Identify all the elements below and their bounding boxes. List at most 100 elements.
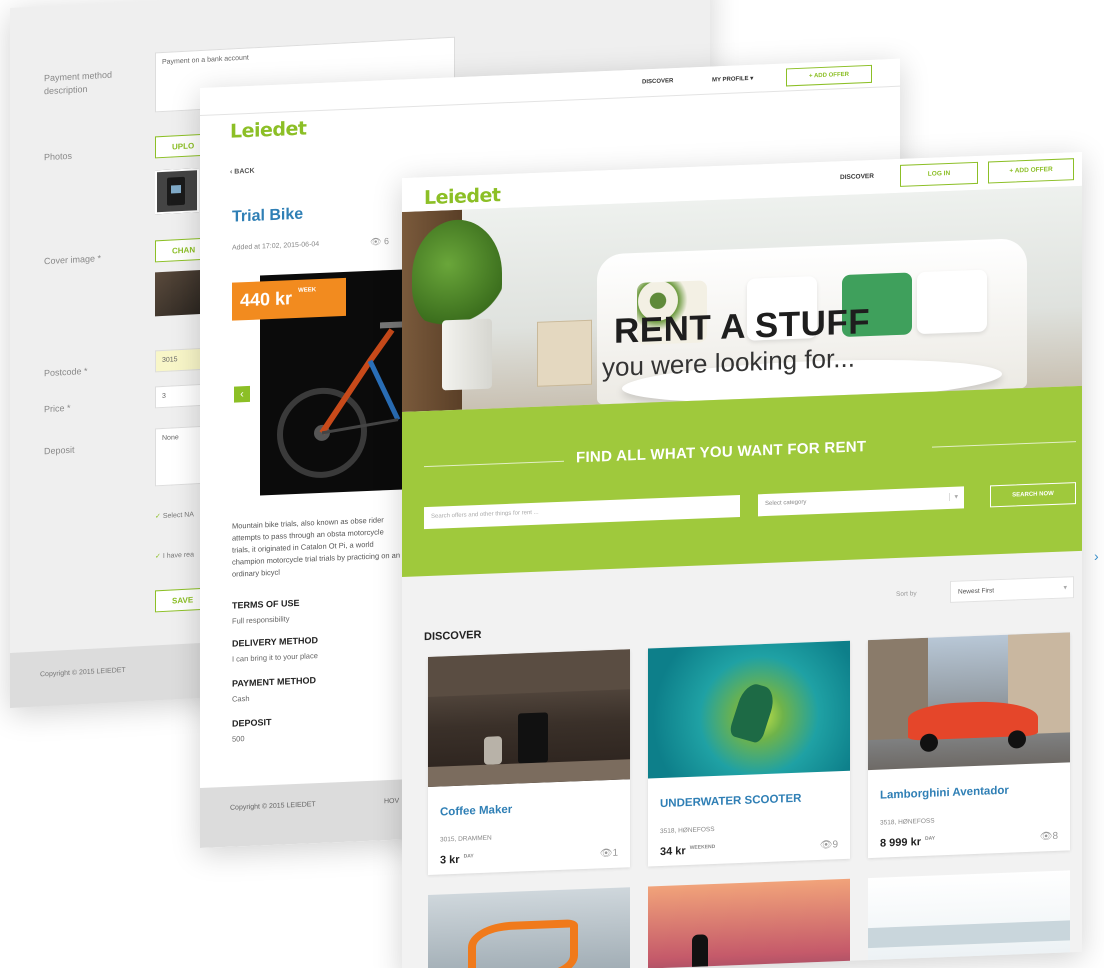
site-logo[interactable]: Leiedet — [230, 118, 306, 143]
offer-views-value: 1 — [612, 847, 618, 859]
cover-thumbnail — [155, 269, 203, 317]
offer-price: 34 kr WEEKEND — [660, 844, 715, 858]
check-icon: ✓ — [155, 513, 161, 521]
payment-description-label: Payment method description — [44, 69, 113, 97]
offer-card[interactable] — [428, 887, 630, 968]
checkbox-select-na[interactable]: ✓ Select NA — [155, 510, 194, 520]
offer-photo — [868, 632, 1070, 771]
offer-card[interactable]: UNDERWATER SCOOTER 3518, HØNEFOSS 34 kr W… — [648, 640, 850, 867]
hero-banner: RENT A STUFF you were looking for... — [402, 185, 1082, 412]
postcode-label: Postcode * — [44, 365, 88, 379]
site-logo[interactable]: Leiedet — [424, 184, 500, 209]
offer-card[interactable]: Coffee Maker 3015, DRAMMEN 3 kr DAY 👁1 — [428, 649, 630, 876]
price-unit: WEEK — [298, 287, 317, 294]
delivery-value: I can bring it to your place — [232, 651, 318, 664]
prev-photo-button[interactable]: ‹ — [234, 385, 250, 403]
offer-price-unit: DAY — [463, 853, 474, 860]
copyright-text: Copyright © 2015 LEIEDET — [230, 801, 316, 812]
offer-photo — [428, 649, 630, 788]
nav-discover[interactable]: DISCOVER — [840, 173, 874, 181]
category-select-value: Select category — [765, 499, 807, 508]
product-title: Trial Bike — [232, 205, 304, 226]
offer-price-unit: DAY — [924, 835, 936, 842]
delivery-heading: DELIVERY METHOD — [232, 635, 319, 649]
offer-title[interactable]: Coffee Maker — [440, 804, 512, 819]
photo-thumbnail — [155, 168, 199, 215]
pot-decoration — [442, 318, 492, 391]
price-tag: 440 kr WEEK — [232, 277, 346, 321]
offer-price-unit: WEEKEND — [689, 843, 716, 851]
copyright-text: Copyright © 2015 LEIEDET — [40, 666, 126, 679]
eye-icon: 👁 — [819, 839, 833, 851]
offer-card[interactable] — [868, 870, 1070, 968]
offer-price: 3 kr DAY — [440, 853, 474, 866]
offer-location: 3518, HØNEFOSS — [880, 817, 935, 827]
add-offer-button[interactable]: + ADD OFFER — [988, 158, 1074, 184]
offer-views: 👁9 — [820, 839, 838, 851]
offer-location: 3518, HØNEFOSS — [660, 825, 715, 836]
eye-icon: 👁 — [1039, 831, 1053, 843]
sort-select-value: Newest First — [958, 587, 995, 596]
offer-photo — [692, 934, 708, 968]
nav-discover[interactable]: DISCOVER — [642, 78, 673, 85]
deposit-heading: DEPOSIT — [232, 717, 272, 729]
search-input[interactable]: Search offers and other things for rent … — [424, 495, 740, 530]
price-label: Price * — [44, 402, 71, 415]
offer-views-value: 8 — [1052, 830, 1058, 843]
payment-value: Cash — [232, 693, 250, 704]
view-count-value: 6 — [383, 236, 389, 247]
offer-photo — [648, 640, 850, 779]
search-now-button[interactable]: SEARCH NOW — [990, 482, 1076, 508]
discover-heading: DISCOVER — [424, 628, 482, 644]
offer-photo — [868, 920, 1070, 949]
price-value: 440 kr — [240, 288, 293, 311]
chevron-down-icon: ▾ — [949, 492, 958, 501]
offer-card[interactable]: Lamborghini Aventador 3518, HØNEFOSS 8 9… — [868, 632, 1070, 859]
nav-my-profile[interactable]: MY PROFILE ▾ — [712, 75, 753, 84]
login-button[interactable]: LOG IN — [900, 161, 978, 187]
category-select[interactable]: Select category ▾ — [758, 486, 964, 517]
terms-value: Full responsibility — [232, 614, 290, 626]
offer-title[interactable]: Lamborghini Aventador — [880, 785, 1009, 802]
sort-label: Sort by — [896, 590, 917, 599]
mockup-stage: Payment method description Payment on a … — [0, 0, 1104, 968]
deposit-value: 500 — [232, 734, 245, 744]
offer-title[interactable]: UNDERWATER SCOOTER — [660, 793, 801, 810]
view-count: 👁 6 — [370, 236, 389, 248]
pillow-decoration — [917, 269, 987, 335]
search-band: FIND ALL WHAT YOU WANT FOR RENT Search o… — [402, 385, 1082, 577]
product-description: Mountain bike trials, also known as obse… — [232, 515, 400, 579]
chevron-down-icon: ▾ — [1063, 584, 1067, 592]
plant-decoration — [412, 218, 502, 332]
search-band-title: FIND ALL WHAT YOU WANT FOR RENT — [576, 438, 867, 467]
photos-label: Photos — [44, 150, 73, 163]
cover-image-label: Cover image * — [44, 253, 102, 267]
footer-link[interactable]: HOV — [384, 798, 399, 806]
home-page: Leiedet DISCOVER LOG IN + ADD OFFER RENT… — [402, 151, 1082, 968]
eye-icon: 👁 — [370, 236, 382, 247]
offer-card[interactable] — [648, 878, 850, 968]
offer-price-value: 8 999 kr — [880, 836, 921, 850]
offer-views-value: 9 — [832, 839, 838, 851]
sort-select[interactable]: Newest First ▾ — [950, 576, 1074, 603]
offer-price: 8 999 kr DAY — [880, 836, 935, 850]
band-divider — [424, 460, 564, 468]
offer-price-value: 3 kr — [440, 853, 460, 867]
offer-location: 3015, DRAMMEN — [440, 834, 492, 844]
back-link[interactable]: ‹ BACK — [230, 168, 255, 176]
check-label: I have rea — [162, 551, 194, 560]
offer-photo — [468, 919, 578, 968]
offer-views: 👁8 — [1040, 831, 1058, 843]
payment-heading: PAYMENT METHOD — [232, 675, 317, 689]
terms-heading: TERMS OF USE — [232, 597, 300, 611]
checkbox-terms[interactable]: ✓ I have rea — [155, 550, 194, 560]
eye-icon: 👁 — [599, 847, 613, 860]
offer-price-value: 34 kr — [660, 845, 686, 859]
boxes-decoration — [537, 319, 592, 387]
offer-views: 👁1 — [600, 848, 618, 860]
added-date: Added at 17:02, 2015-06-04 — [232, 241, 320, 252]
add-offer-button[interactable]: + ADD OFFER — [786, 64, 872, 87]
chevron-right-icon[interactable]: › — [1094, 548, 1099, 564]
check-label: Select NA — [162, 511, 194, 520]
deposit-label: Deposit — [44, 444, 75, 457]
